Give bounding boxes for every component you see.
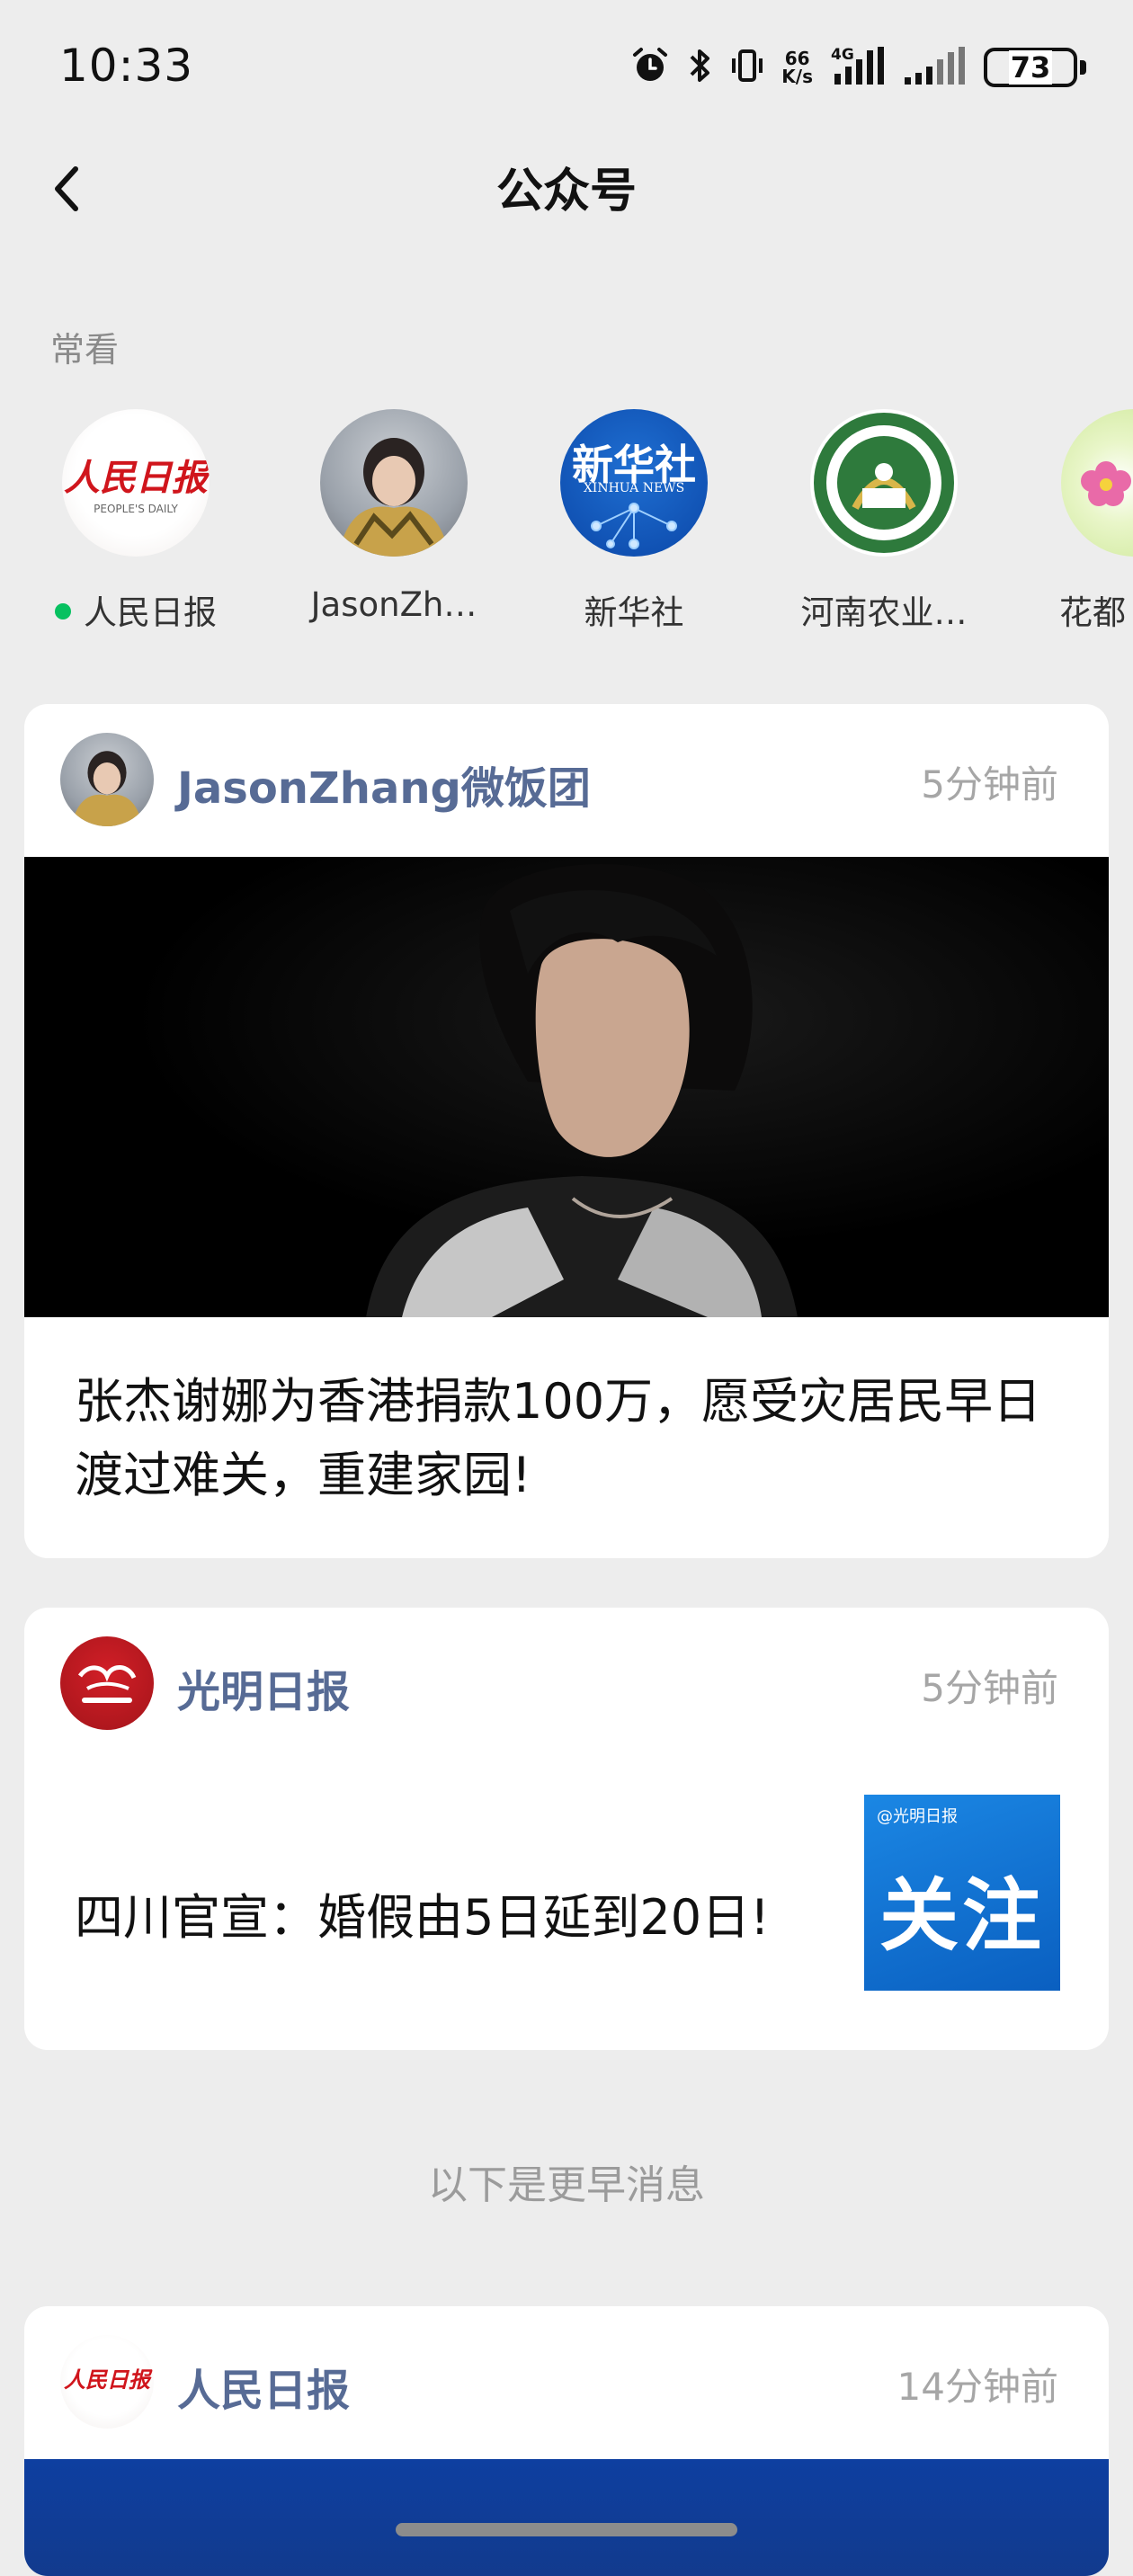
earlier-messages-divider: 以下是更早消息 [428, 2162, 705, 2208]
source-name[interactable]: JasonZhang微饭团 [177, 753, 591, 816]
huadu-logo [1061, 409, 1133, 557]
post-time: 5分钟前 [921, 762, 1058, 807]
frequent-label: 常看 [50, 330, 120, 370]
battery-icon: 73 [984, 48, 1086, 87]
post-time: 5分钟前 [921, 1666, 1058, 1710]
frequent-item-renmin[interactable]: 人民日报 PEOPLE'S DAILY 人民日报 [23, 409, 248, 634]
home-indicator[interactable] [396, 2523, 737, 2536]
article-card[interactable]: JasonZhang微饭团 5分钟前 张杰谢娜为香港捐款100万，愿受灾居民早日… [24, 704, 1109, 1558]
new-indicator-dot [55, 602, 71, 619]
vibrate-icon [729, 46, 765, 89]
network-type-label: 4G [831, 46, 854, 64]
frequent-item-xinhua[interactable]: 新华社 XINHUA NEWS 新华社 [522, 409, 746, 634]
status-bar: 10:33 66 K/s 4G 73 [0, 0, 1133, 135]
xinhua-logo: 新华社 XINHUA NEWS [560, 409, 708, 557]
jasonzhang-avatar [320, 409, 468, 557]
source-name[interactable]: 光明日报 [177, 1656, 350, 1719]
network-speed: 66 K/s [781, 48, 813, 87]
guangming-logo[interactable] [60, 1636, 154, 1730]
card-header: JasonZhang微饭团 5分钟前 [60, 733, 1058, 826]
network-dots-icon [591, 503, 677, 549]
article-cover-image[interactable] [24, 857, 1109, 1317]
frequent-item-henan-agri[interactable]: 河南农业… [772, 409, 996, 634]
alarm-icon [630, 46, 670, 89]
guangming-emblem-icon [77, 1665, 137, 1703]
henan-agri-logo [810, 409, 958, 557]
article-cover-image[interactable] [24, 2459, 1109, 2576]
battery-level: 73 [1008, 50, 1053, 85]
person-photo-icon [71, 751, 143, 826]
article-thumbnail[interactable]: @光明日报 关注 [864, 1795, 1060, 1991]
flower-icon [1081, 461, 1131, 506]
post-time: 14分钟前 [897, 2365, 1058, 2409]
frequent-item-huadu[interactable]: 花都 [1016, 409, 1133, 634]
portrait-photo-icon [24, 857, 1109, 1317]
signal-icon [903, 45, 968, 90]
status-icons: 66 K/s 4G 73 [630, 45, 1086, 90]
signal-4g-icon: 4G [829, 45, 887, 90]
university-seal-icon [814, 413, 954, 553]
article-title[interactable]: 四川官宣：婚假由5日延到20日! [75, 1877, 770, 1948]
bluetooth-icon [686, 46, 713, 89]
frequent-item-jasonzhang[interactable]: JasonZh… [281, 409, 506, 624]
frequent-accounts-row[interactable]: 人民日报 PEOPLE'S DAILY 人民日报 JasonZh… 新华社 XI… [0, 409, 1133, 643]
person-photo-icon [338, 438, 450, 557]
renmin-logo: 人民日报 PEOPLE'S DAILY [62, 409, 210, 557]
page-title: 公众号 [495, 165, 637, 218]
nav-bar: 公众号 [0, 135, 1133, 234]
card-header: 人民日报 人民日报 14分钟前 [60, 2335, 1058, 2429]
renmin-logo[interactable]: 人民日报 [60, 2335, 154, 2429]
source-avatar[interactable] [60, 733, 154, 826]
article-title[interactable]: 张杰谢娜为香港捐款100万，愿受灾居民早日渡过难关，重建家园! [75, 1365, 1058, 1512]
card-header: 光明日报 5分钟前 [60, 1636, 1058, 1730]
article-card[interactable]: 光明日报 5分钟前 四川官宣：婚假由5日延到20日! @光明日报 关注 [24, 1608, 1109, 2050]
source-name[interactable]: 人民日报 [177, 2355, 350, 2418]
status-time: 10:33 [59, 40, 194, 92]
